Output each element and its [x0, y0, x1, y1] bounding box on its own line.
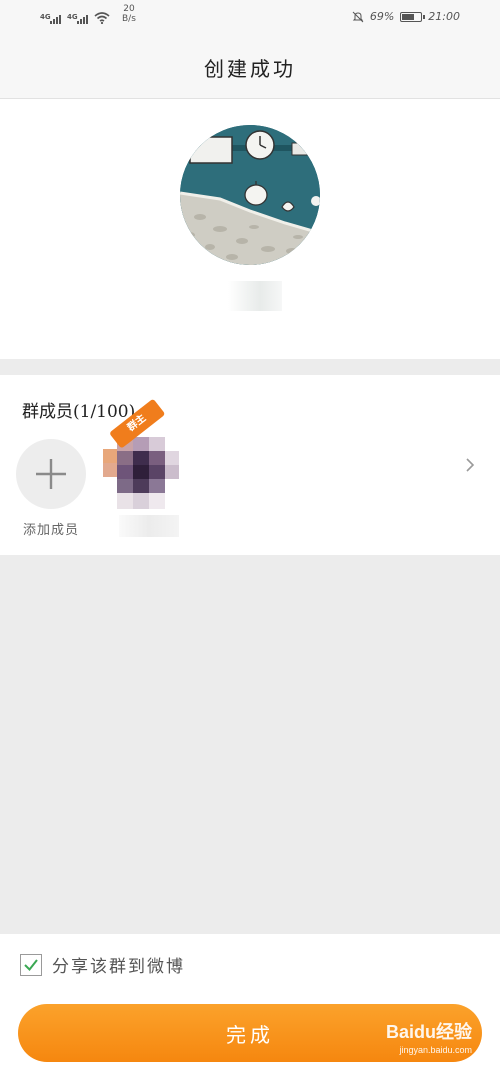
- share-checkbox[interactable]: [20, 953, 42, 976]
- add-member-label: 添加成员: [22, 523, 79, 538]
- battery-icon: [400, 11, 426, 22]
- battery-percent: 69%: [369, 10, 395, 23]
- network-type-label: 4G: [40, 13, 51, 21]
- share-label: 分享该群到微博: [52, 957, 185, 977]
- network-speed-value: 20: [123, 4, 135, 14]
- status-bar: 4G 4G 20 B/s 69% 21:00: [0, 0, 500, 36]
- member-owner[interactable]: 群主: [103, 398, 183, 541]
- network-speed-unit: B/s: [122, 14, 136, 24]
- status-bar-left: 4G 4G 20 B/s: [40, 4, 136, 24]
- title-bar: 创建成功: [0, 36, 500, 99]
- group-avatar[interactable]: [180, 125, 320, 265]
- watermark-url: jingyan.baidu.com: [399, 1045, 472, 1055]
- share-to-weibo-row[interactable]: 分享该群到微博: [20, 952, 185, 977]
- members-title: 群成员(1/100): [22, 402, 136, 422]
- chevron-right-icon[interactable]: [460, 455, 480, 475]
- group-info-card: [0, 99, 500, 359]
- status-bar-right: 69% 21:00: [352, 10, 460, 23]
- group-photo-avatar: [180, 125, 320, 265]
- baidu-jingyan-watermark: Baidu经验 jingyan.baidu.com: [386, 1018, 472, 1055]
- cellular-signal-icon: 4G: [67, 13, 88, 24]
- network-speed: 20 B/s: [122, 4, 136, 24]
- members-card[interactable]: 群成员(1/100) 添加成员 群主: [0, 375, 500, 555]
- add-member-circle[interactable]: [16, 439, 86, 509]
- bell-muted-icon: [352, 11, 364, 22]
- owner-name-obscured: [119, 515, 179, 537]
- add-member-button[interactable]: 添加成员: [16, 439, 86, 538]
- owner-avatar-pixelated: [103, 437, 179, 509]
- plus-icon: [36, 459, 66, 489]
- owner-avatar: [103, 437, 179, 509]
- clock: 21:00: [428, 10, 460, 23]
- watermark-brand: Baidu经验: [385, 1022, 472, 1042]
- group-name-obscured: [228, 281, 282, 311]
- checkmark-icon: [24, 958, 38, 971]
- cellular-signal-icon: 4G: [40, 13, 61, 24]
- wifi-icon: [94, 12, 110, 24]
- bottom-bar: 分享该群到微博 完成 Baidu经验 jingyan.baidu.com: [0, 934, 500, 1070]
- done-button-label: 完成: [226, 1022, 274, 1047]
- network-type-label: 4G: [67, 13, 78, 21]
- page-title: 创建成功: [204, 56, 296, 81]
- battery-level: [402, 13, 415, 20]
